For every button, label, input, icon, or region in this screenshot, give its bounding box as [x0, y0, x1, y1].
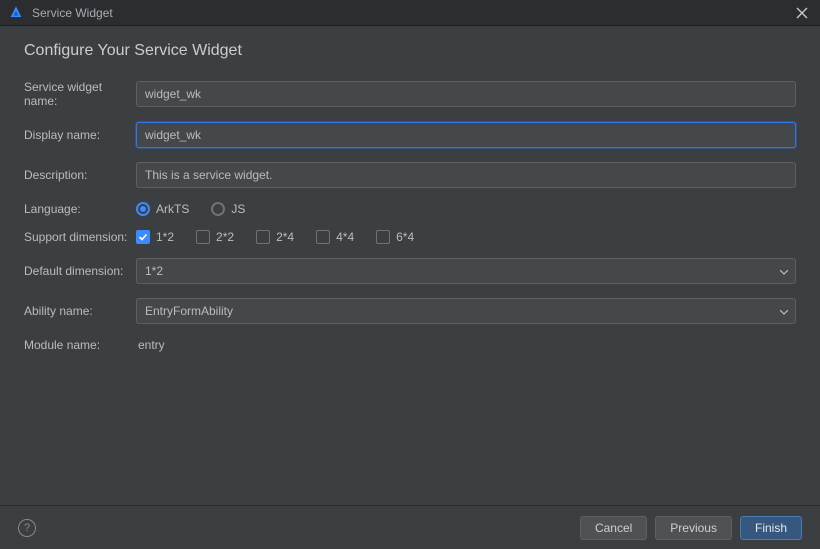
check-2x2-label: 2*2 [216, 230, 234, 244]
language-radio-group: ArkTS JS [136, 202, 796, 216]
window-title: Service Widget [32, 6, 792, 20]
footer: ? Cancel Previous Finish [0, 505, 820, 549]
radio-js[interactable]: JS [211, 202, 245, 216]
label-support-dimension: Support dimension: [24, 230, 136, 244]
label-module-name: Module name: [24, 338, 136, 352]
checkbox-icon-unchecked [196, 230, 210, 244]
row-service-widget-name: Service widget name: [24, 80, 796, 108]
app-icon [8, 5, 24, 21]
label-ability-name: Ability name: [24, 304, 136, 318]
description-input[interactable] [136, 162, 796, 188]
help-icon[interactable]: ? [18, 519, 36, 537]
row-description: Description: [24, 162, 796, 188]
check-1x2[interactable]: 1*2 [136, 230, 174, 244]
page-title: Configure Your Service Widget [24, 42, 796, 60]
checkbox-icon-checked [136, 230, 150, 244]
checkbox-icon-unchecked [316, 230, 330, 244]
label-language: Language: [24, 202, 136, 216]
radio-arkts-label: ArkTS [156, 202, 189, 216]
row-language: Language: ArkTS JS [24, 202, 796, 216]
radio-icon-checked [136, 202, 150, 216]
display-name-input[interactable] [136, 122, 796, 148]
row-ability-name: Ability name: EntryFormAbility [24, 298, 796, 324]
previous-button[interactable]: Previous [655, 516, 732, 540]
checkbox-icon-unchecked [256, 230, 270, 244]
support-dimension-group: 1*2 2*2 2*4 4*4 6*4 [136, 230, 796, 244]
check-2x4-label: 2*4 [276, 230, 294, 244]
label-service-widget-name: Service widget name: [24, 80, 136, 108]
check-1x2-label: 1*2 [156, 230, 174, 244]
row-module-name: Module name: entry [24, 338, 796, 352]
label-description: Description: [24, 168, 136, 182]
content-area: Configure Your Service Widget Service wi… [0, 26, 820, 352]
ability-name-select[interactable]: EntryFormAbility [136, 298, 796, 324]
label-display-name: Display name: [24, 128, 136, 142]
radio-js-label: JS [231, 202, 245, 216]
check-4x4[interactable]: 4*4 [316, 230, 354, 244]
check-2x4[interactable]: 2*4 [256, 230, 294, 244]
check-6x4[interactable]: 6*4 [376, 230, 414, 244]
close-button[interactable] [792, 3, 812, 23]
check-4x4-label: 4*4 [336, 230, 354, 244]
row-display-name: Display name: [24, 122, 796, 148]
checkbox-icon-unchecked [376, 230, 390, 244]
service-widget-name-input[interactable] [136, 81, 796, 107]
finish-button[interactable]: Finish [740, 516, 802, 540]
check-2x2[interactable]: 2*2 [196, 230, 234, 244]
row-default-dimension: Default dimension: 1*2 [24, 258, 796, 284]
titlebar: Service Widget [0, 0, 820, 26]
radio-arkts[interactable]: ArkTS [136, 202, 189, 216]
cancel-button[interactable]: Cancel [580, 516, 647, 540]
close-icon [796, 7, 808, 19]
label-default-dimension: Default dimension: [24, 264, 136, 278]
default-dimension-select[interactable]: 1*2 [136, 258, 796, 284]
module-name-value: entry [136, 338, 165, 352]
radio-icon-unchecked [211, 202, 225, 216]
check-6x4-label: 6*4 [396, 230, 414, 244]
row-support-dimension: Support dimension: 1*2 2*2 2*4 [24, 230, 796, 244]
